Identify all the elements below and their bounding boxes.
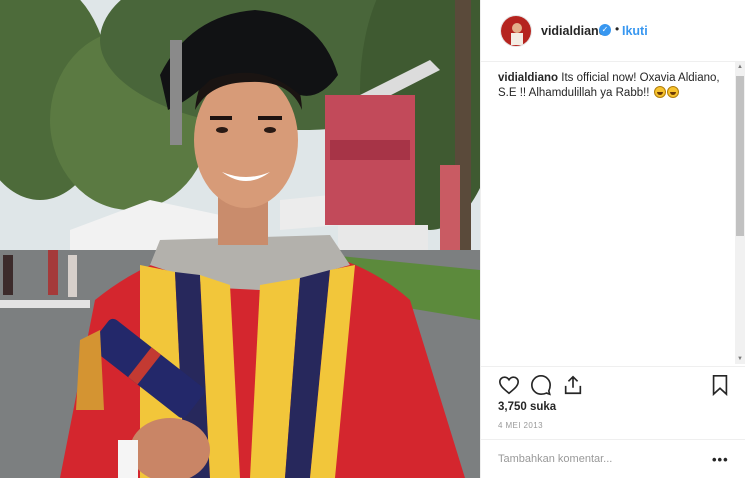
comment-bubble-icon[interactable] [530, 374, 554, 398]
scroll-up-arrow-icon[interactable]: ▲ [735, 64, 745, 70]
graduation-photo [0, 0, 480, 478]
grinning-sweat-emoji-icon [653, 86, 666, 98]
avatar-image [501, 16, 531, 46]
follow-button[interactable]: Ikuti [622, 24, 648, 38]
share-upload-icon[interactable] [562, 374, 586, 398]
post-date[interactable]: 4 MEI 2013 [498, 421, 543, 430]
verified-badge-icon: ✓ [599, 24, 611, 36]
post-photo[interactable] [0, 0, 480, 478]
grinning-sweat-emoji-icon [666, 86, 679, 98]
separator-dot: • [615, 22, 620, 36]
header-username[interactable]: vidialdiano [541, 24, 606, 38]
caption-username[interactable]: vidialdiano [498, 72, 558, 84]
post-caption: vidialdiano Its official now! Oxavia Ald… [498, 71, 730, 101]
likes-count[interactable]: 3,750 suka [498, 401, 556, 413]
like-heart-icon[interactable] [498, 374, 522, 398]
bookmark-icon[interactable] [710, 374, 734, 398]
scrollbar-thumb[interactable] [736, 76, 744, 236]
avatar[interactable] [500, 15, 532, 47]
post-actions: 3,750 suka 4 MEI 2013 ••• [481, 366, 745, 478]
scroll-down-arrow-icon[interactable]: ▼ [735, 356, 745, 362]
caption-scrollbar[interactable]: ▲ ▼ [735, 62, 745, 364]
more-options-icon[interactable]: ••• [712, 452, 729, 467]
comment-form: ••• [481, 439, 745, 478]
comment-input[interactable] [498, 453, 698, 465]
post-header: vidialdiano ✓ • Ikuti [481, 0, 745, 62]
post-side-panel: vidialdiano ✓ • Ikuti vidialdiano Its of… [480, 0, 745, 478]
